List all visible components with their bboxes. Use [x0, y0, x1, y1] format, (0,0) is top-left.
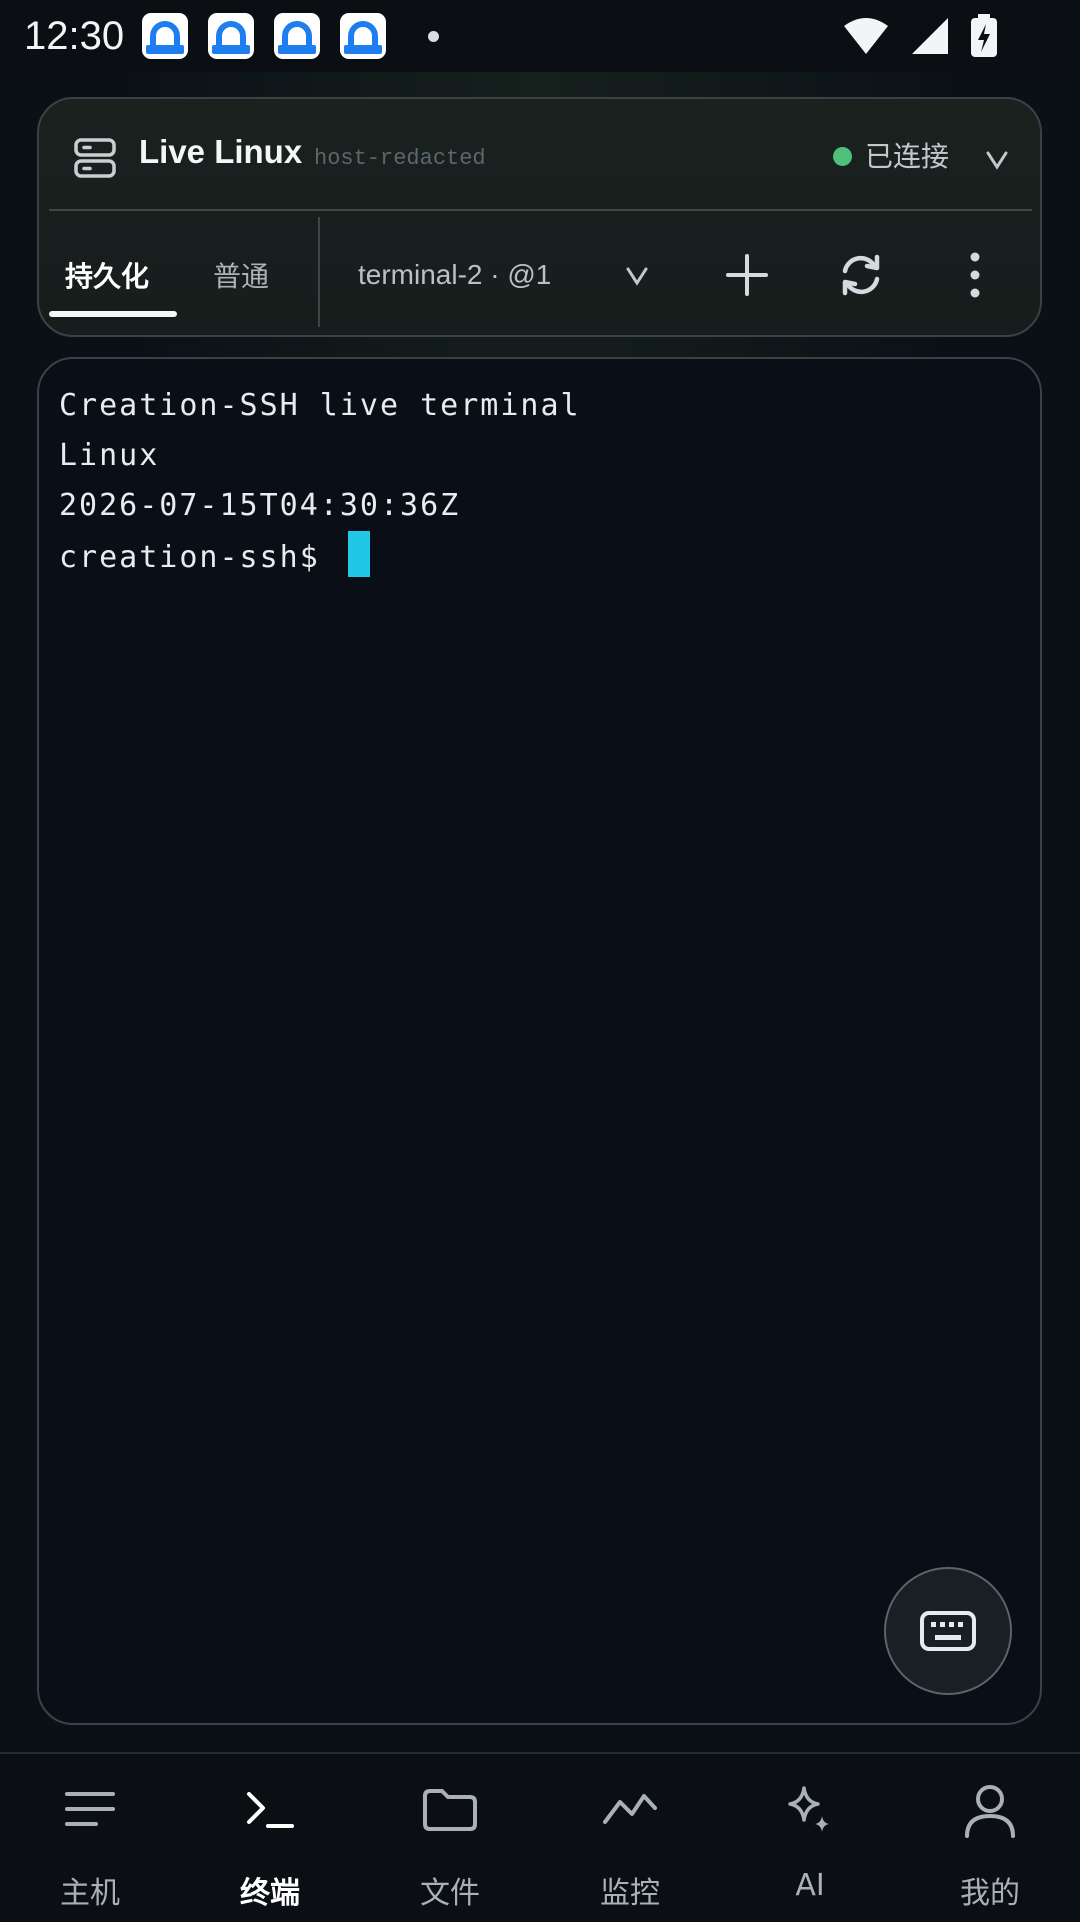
app-notification-icon	[340, 13, 387, 59]
app-notification-icon	[208, 13, 255, 59]
keyboard-toggle-button[interactable]	[884, 1567, 1012, 1695]
folder-icon	[423, 1789, 477, 1831]
nav-item-hosts[interactable]: 主机	[0, 1754, 180, 1922]
nav-item-terminal[interactable]: 终端	[180, 1754, 360, 1922]
status-bar: 12:30	[0, 0, 1080, 72]
tabs-divider	[318, 217, 320, 327]
terminal-cursor	[347, 531, 370, 577]
server-icon	[74, 138, 116, 178]
nav-label: 终端	[240, 1876, 300, 1911]
bottom-navigation: 主机 终端 文件 监控 AI 我的	[0, 1752, 1080, 1920]
active-tab-indicator	[49, 311, 177, 317]
keyboard-icon	[920, 1611, 976, 1651]
host-selector[interactable]: Live Linux host-redacted 已连接	[39, 99, 1040, 211]
battery-charging-icon	[971, 14, 997, 57]
host-address: host-redacted	[314, 146, 486, 171]
chevron-down-icon[interactable]	[625, 265, 649, 287]
nav-label: 监控	[600, 1876, 660, 1911]
refresh-button[interactable]	[825, 239, 897, 311]
header-divider	[49, 209, 1032, 211]
nav-item-ai[interactable]: AI	[720, 1754, 900, 1922]
chevron-down-icon[interactable]	[985, 149, 1009, 171]
nav-label: 文件	[420, 1876, 480, 1911]
add-session-button[interactable]	[711, 239, 783, 311]
tab-persistent[interactable]: 持久化	[65, 255, 149, 295]
status-time: 12:30	[24, 13, 125, 58]
terminal-prompt-icon	[247, 1792, 294, 1828]
plus-icon	[726, 254, 768, 296]
user-icon	[965, 1785, 1015, 1838]
terminal-line: Creation-SSH live terminal	[59, 388, 581, 423]
refresh-icon	[842, 254, 880, 296]
chart-line-icon	[603, 1794, 657, 1824]
menu-lines-icon	[65, 1792, 115, 1826]
more-vertical-icon	[970, 252, 980, 298]
more-notifications-icon	[428, 30, 440, 42]
session-selector[interactable]: terminal-2 · @1	[358, 259, 551, 291]
terminal-line: 2026-07-15T04:30:36Z	[59, 488, 461, 523]
terminal-line: Linux	[59, 438, 160, 473]
terminal-output: Creation-SSH live terminal Linux 2026-07-1…	[59, 381, 581, 583]
nav-item-files[interactable]: 文件	[360, 1754, 540, 1922]
tab-normal[interactable]: 普通	[213, 255, 269, 295]
host-name: Live Linux	[139, 133, 303, 170]
app-notification-icon	[142, 13, 189, 59]
terminal-view[interactable]: Creation-SSH live terminal Linux 2026-07-1…	[37, 357, 1042, 1725]
app-notification-icon	[274, 13, 321, 59]
wifi-icon	[844, 18, 888, 54]
signal-icon	[912, 18, 948, 54]
nav-item-monitor[interactable]: 监控	[540, 1754, 720, 1922]
nav-label: 我的	[960, 1876, 1020, 1911]
terminal-prompt: creation-ssh$	[59, 540, 340, 575]
sparkle-icon	[788, 1786, 829, 1832]
nav-label: AI	[795, 1868, 825, 1903]
more-options-button[interactable]	[939, 239, 1011, 311]
connection-status: 已连接	[865, 140, 950, 173]
nav-label: 主机	[60, 1876, 120, 1911]
terminal-prompt-line: creation-ssh$	[59, 531, 581, 583]
session-header-card: Live Linux host-redacted 已连接 持久化 普通 term…	[37, 97, 1042, 337]
connection-status-dot	[833, 147, 852, 166]
nav-item-profile[interactable]: 我的	[900, 1754, 1080, 1922]
